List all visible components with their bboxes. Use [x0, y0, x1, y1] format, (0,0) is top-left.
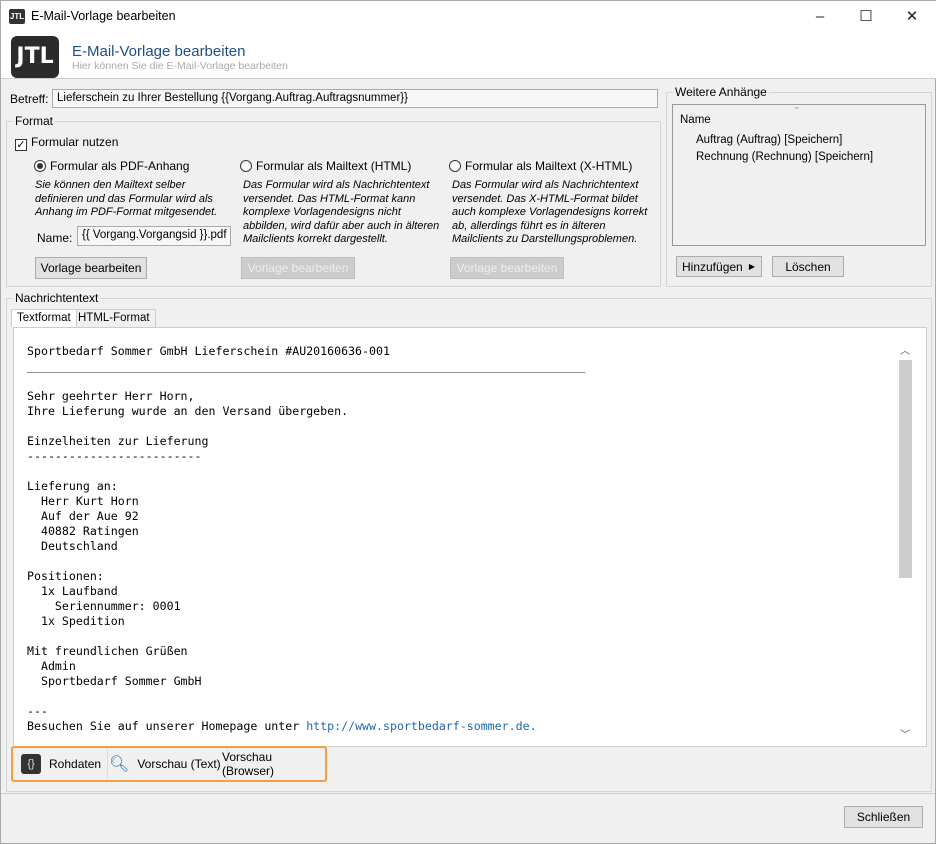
page-title: E-Mail-Vorlage bearbeiten [72, 43, 246, 60]
close-window-button[interactable]: ✕ [889, 1, 935, 32]
delete-attachment-button[interactable]: Löschen [772, 256, 844, 277]
vertical-scrollbar[interactable]: ︿ ﹀ [897, 342, 914, 742]
maximize-button[interactable]: ☐ [843, 1, 889, 32]
add-attachment-button[interactable]: Hinzufügen ▶ [676, 256, 762, 277]
attachments-group: Weitere Anhänge ⌄ Name Auftrag (Auftrag)… [666, 85, 932, 287]
window-title: E-Mail-Vorlage bearbeiten [31, 9, 176, 23]
pdf-name-input[interactable]: {{ Vorgang.Vorgangsid }}.pdf [77, 226, 231, 246]
sort-chevron-icon: ⌄ [793, 101, 801, 111]
attachments-group-label: Weitere Anhänge [673, 85, 769, 99]
raw-data-button[interactable]: {} Rohdaten [15, 748, 109, 780]
dialog-window: JTL E-Mail-Vorlage bearbeiten – ☐ ✕ JTL … [0, 0, 936, 844]
magnifier-icon: 🔍︎ [109, 756, 130, 773]
message-body-editor[interactable]: Sportbedarf Sommer GmbH Lieferschein #AU… [13, 327, 927, 747]
radio-icon [449, 160, 461, 172]
arrow-right-icon: ▶ [748, 262, 755, 271]
html-description: Das Formular wird als Nachrichtentext ve… [243, 179, 440, 245]
minimize-button[interactable]: – [797, 1, 843, 32]
title-bar: JTL E-Mail-Vorlage bearbeiten – ☐ ✕ [1, 1, 936, 32]
name-label: Name: [37, 231, 73, 245]
attachments-list[interactable]: ⌄ Name Auftrag (Auftrag) [Speichern] Rec… [672, 101, 926, 246]
format-group-label: Format [13, 114, 56, 128]
radio-html[interactable]: Formular als Mailtext (HTML) [240, 159, 411, 173]
edit-template-xhtml-button[interactable]: Vorlage bearbeiten [450, 257, 564, 279]
xhtml-description: Das Formular wird als Nachrichtentext ve… [452, 179, 648, 245]
edit-template-html-button[interactable]: Vorlage bearbeiten [241, 257, 355, 279]
close-button[interactable]: Schließen [844, 806, 923, 828]
radio-pdf[interactable]: Formular als PDF-Anhang [34, 159, 189, 173]
use-form-checkbox[interactable]: ✓ Formular nutzen [15, 135, 118, 151]
radio-xhtml[interactable]: Formular als Mailtext (X-HTML) [449, 159, 632, 173]
header: JTL E-Mail-Vorlage bearbeiten Hier könne… [1, 32, 936, 79]
radio-icon [240, 160, 252, 172]
checkmark-icon: ✓ [15, 139, 27, 151]
scroll-down-icon[interactable]: ﹀ [900, 726, 910, 741]
edit-template-pdf-button[interactable]: Vorlage bearbeiten [35, 257, 147, 279]
radio-icon [34, 160, 46, 172]
divider [1, 793, 935, 794]
jtl-logo: JTL [11, 36, 59, 78]
tab-textformat[interactable]: Textformat [11, 309, 77, 327]
preview-toolbar: {} Rohdaten 🔍︎ Vorschau (Text) Vorschau (B… [11, 746, 327, 782]
app-logo-icon: JTL [9, 9, 25, 24]
tab-html-format[interactable]: HTML-Format [72, 309, 156, 327]
scrollbar-thumb[interactable] [899, 360, 912, 578]
subject-label: Betreff: [10, 92, 49, 106]
homepage-link[interactable]: http://www.sportbedarf-sommer.de. [306, 719, 536, 733]
preview-browser-button[interactable]: Vorschau (Browser) [218, 748, 325, 780]
list-item[interactable]: Rechnung (Rechnung) [Speichern] [696, 151, 873, 163]
page-subtitle: Hier können Sie die E-Mail-Vorlage bearb… [72, 60, 288, 72]
braces-icon: {} [21, 754, 41, 774]
column-header-name[interactable]: Name [680, 114, 711, 126]
preview-text-button[interactable]: 🔍︎ Vorschau (Text) [103, 748, 228, 780]
message-body-text[interactable]: Sportbedarf Sommer GmbH Lieferschein #AU… [27, 344, 585, 734]
format-group: Format ✓ Formular nutzen Formular als PDF… [6, 114, 661, 287]
message-group-label: Nachrichtentext [13, 291, 101, 305]
pdf-description: Sie können den Mailtext selber definiere… [35, 179, 218, 218]
scroll-up-icon[interactable]: ︿ [900, 342, 910, 357]
list-item[interactable]: Auftrag (Auftrag) [Speichern] [696, 134, 842, 146]
subject-input[interactable]: Lieferschein zu Ihrer Bestellung {{Vorga… [52, 89, 658, 108]
